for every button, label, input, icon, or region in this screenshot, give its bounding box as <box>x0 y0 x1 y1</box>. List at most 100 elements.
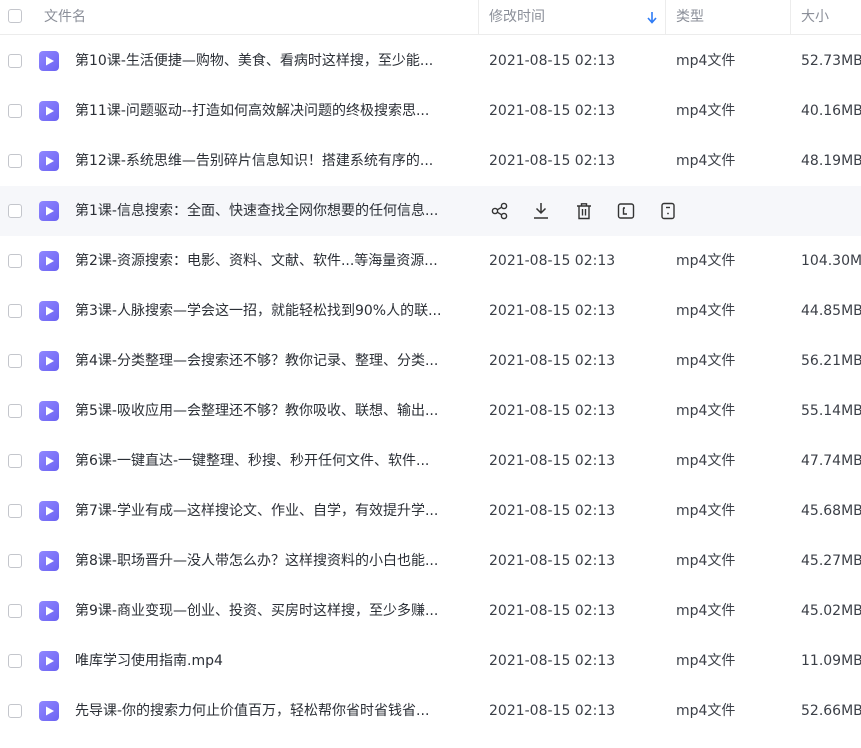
column-header-modified[interactable]: 修改时间 <box>489 0 545 34</box>
file-name[interactable]: 先导课-你的搜索力何止价值百万，轻松帮你省时省钱省... <box>75 686 470 736</box>
column-divider[interactable] <box>478 0 479 34</box>
modified-time: 2021-08-15 02:13 <box>489 153 616 169</box>
modified-time: 2021-08-15 02:13 <box>489 503 616 519</box>
table-row[interactable]: 第12课-系统思维—告别碎片信息知识！搭建系统有序的... 2021-08-15 … <box>0 136 861 186</box>
modified-time: 2021-08-15 02:13 <box>489 53 616 69</box>
row-checkbox[interactable] <box>8 654 22 668</box>
file-type: mp4文件 <box>676 653 736 669</box>
video-file-icon <box>39 301 59 321</box>
more-icon[interactable] <box>657 200 679 222</box>
table-row[interactable]: 第4课-分类整理—会搜索还不够？教你记录、整理、分类... 2021-08-15 … <box>0 336 861 386</box>
column-header-name[interactable]: 文件名 <box>44 0 86 34</box>
column-divider[interactable] <box>665 0 666 34</box>
file-name[interactable]: 第1课-信息搜索：全面、快速查找全网你想要的任何信息... <box>75 186 470 236</box>
table-row[interactable]: 第2课-资源搜索：电影、资料、文献、软件...等海量资源... 2021-08-1… <box>0 236 861 286</box>
modified-time: 2021-08-15 02:13 <box>489 553 616 569</box>
row-checkbox[interactable] <box>8 454 22 468</box>
table-row[interactable]: 先导课-你的搜索力何止价值百万，轻松帮你省时省钱省... 2021-08-15 0… <box>0 686 861 736</box>
row-checkbox[interactable] <box>8 54 22 68</box>
table-row[interactable]: 第7课-学业有成—这样搜论文、作业、自学，有效提升学... 2021-08-15 … <box>0 486 861 536</box>
file-size: 56.21MB <box>801 353 861 369</box>
download-icon[interactable] <box>530 200 552 222</box>
table-row[interactable]: 第6课-一键直达-一键整理、秒搜、秒开任何文件、软件... 2021-08-15 … <box>0 436 861 486</box>
table-row[interactable]: 第11课-问题驱动--打造如何高效解决问题的终极搜索思... 2021-08-15… <box>0 86 861 136</box>
file-size: 40.16MB <box>801 103 861 119</box>
row-checkbox[interactable] <box>8 704 22 718</box>
rename-icon[interactable] <box>615 200 637 222</box>
delete-icon[interactable] <box>573 200 595 222</box>
file-size: 52.66MB <box>801 703 861 719</box>
file-name[interactable]: 第10课-生活便捷—购物、美食、看病时这样搜，至少能... <box>75 36 470 86</box>
file-name[interactable]: 第7课-学业有成—这样搜论文、作业、自学，有效提升学... <box>75 486 470 536</box>
file-type: mp4文件 <box>676 453 736 469</box>
file-type: mp4文件 <box>676 153 736 169</box>
file-size: 47.74MB <box>801 453 861 469</box>
table-row[interactable]: 第5课-吸收应用—会整理还不够？教你吸收、联想、输出... 2021-08-15 … <box>0 386 861 436</box>
file-type: mp4文件 <box>676 553 736 569</box>
file-name[interactable]: 第8课-职场晋升—没人带怎么办？这样搜资料的小白也能... <box>75 536 470 586</box>
video-file-icon <box>39 101 59 121</box>
table-row[interactable]: 第10课-生活便捷—购物、美食、看病时这样搜，至少能... 2021-08-15 … <box>0 36 861 86</box>
row-checkbox[interactable] <box>8 304 22 318</box>
table-row[interactable]: 第3课-人脉搜索—学会这一招，就能轻松找到90%人的联... 2021-08-15… <box>0 286 861 336</box>
row-checkbox[interactable] <box>8 204 22 218</box>
modified-time: 2021-08-15 02:13 <box>489 703 616 719</box>
file-name[interactable]: 第9课-商业变现—创业、投资、买房时这样搜，至少多赚... <box>75 586 470 636</box>
file-type: mp4文件 <box>676 253 736 269</box>
modified-time: 2021-08-15 02:13 <box>489 303 616 319</box>
file-name[interactable]: 第4课-分类整理—会搜索还不够？教你记录、整理、分类... <box>75 336 470 386</box>
file-name[interactable]: 第5课-吸收应用—会整理还不够？教你吸收、联想、输出... <box>75 386 470 436</box>
file-size: 48.19MB <box>801 153 861 169</box>
row-checkbox[interactable] <box>8 554 22 568</box>
modified-time: 2021-08-15 02:13 <box>489 603 616 619</box>
video-file-icon <box>39 251 59 271</box>
row-checkbox[interactable] <box>8 604 22 618</box>
modified-time: 2021-08-15 02:13 <box>489 253 616 269</box>
file-size: 44.85MB <box>801 303 861 319</box>
column-divider[interactable] <box>790 0 791 34</box>
file-type: mp4文件 <box>676 353 736 369</box>
column-header-type[interactable]: 类型 <box>676 0 704 34</box>
file-size: 52.73MB <box>801 53 861 69</box>
column-header-size[interactable]: 大小 <box>801 0 829 34</box>
modified-time: 2021-08-15 02:13 <box>489 453 616 469</box>
file-type: mp4文件 <box>676 603 736 619</box>
modified-time: 2021-08-15 02:13 <box>489 103 616 119</box>
file-size: 45.27MB <box>801 553 861 569</box>
share-icon[interactable] <box>489 200 511 222</box>
video-file-icon <box>39 451 59 471</box>
file-name[interactable]: 第2课-资源搜索：电影、资料、文献、软件...等海量资源... <box>75 236 470 286</box>
row-checkbox[interactable] <box>8 354 22 368</box>
file-size: 55.14MB <box>801 403 861 419</box>
file-size: 45.02MB <box>801 603 861 619</box>
file-name[interactable]: 第3课-人脉搜索—学会这一招，就能轻松找到90%人的联... <box>75 286 470 336</box>
row-checkbox[interactable] <box>8 404 22 418</box>
table-row[interactable]: 第8课-职场晋升—没人带怎么办？这样搜资料的小白也能... 2021-08-15 … <box>0 536 861 586</box>
file-table: 文件名 修改时间 类型 大小 第10课-生活便捷—购物、美食、看病时这样搜，至少… <box>0 0 861 748</box>
video-file-icon <box>39 601 59 621</box>
file-name[interactable]: 第6课-一键直达-一键整理、秒搜、秒开任何文件、软件... <box>75 436 470 486</box>
table-row[interactable]: 第1课-信息搜索：全面、快速查找全网你想要的任何信息... <box>0 186 861 236</box>
video-file-icon <box>39 151 59 171</box>
file-name[interactable]: 唯库学习使用指南.mp4 <box>75 636 470 686</box>
video-file-icon <box>39 351 59 371</box>
file-size: 45.68MB <box>801 503 861 519</box>
sort-desc-icon[interactable] <box>646 10 658 24</box>
file-size: 104.30MB <box>801 253 861 269</box>
row-checkbox[interactable] <box>8 254 22 268</box>
row-checkbox[interactable] <box>8 104 22 118</box>
file-name[interactable]: 第11课-问题驱动--打造如何高效解决问题的终极搜索思... <box>75 86 470 136</box>
row-checkbox[interactable] <box>8 504 22 518</box>
modified-time: 2021-08-15 02:13 <box>489 403 616 419</box>
row-checkbox[interactable] <box>8 154 22 168</box>
table-row[interactable]: 第9课-商业变现—创业、投资、买房时这样搜，至少多赚... 2021-08-15 … <box>0 586 861 636</box>
select-all-checkbox[interactable] <box>8 9 22 23</box>
file-type: mp4文件 <box>676 403 736 419</box>
file-name[interactable]: 第12课-系统思维—告别碎片信息知识！搭建系统有序的... <box>75 136 470 186</box>
file-type: mp4文件 <box>676 103 736 119</box>
file-type: mp4文件 <box>676 53 736 69</box>
table-row[interactable]: 唯库学习使用指南.mp4 2021-08-15 02:13 mp4文件 11.09MB <box>0 636 861 686</box>
modified-time: 2021-08-15 02:13 <box>489 353 616 369</box>
file-type: mp4文件 <box>676 703 736 719</box>
video-file-icon <box>39 51 59 71</box>
